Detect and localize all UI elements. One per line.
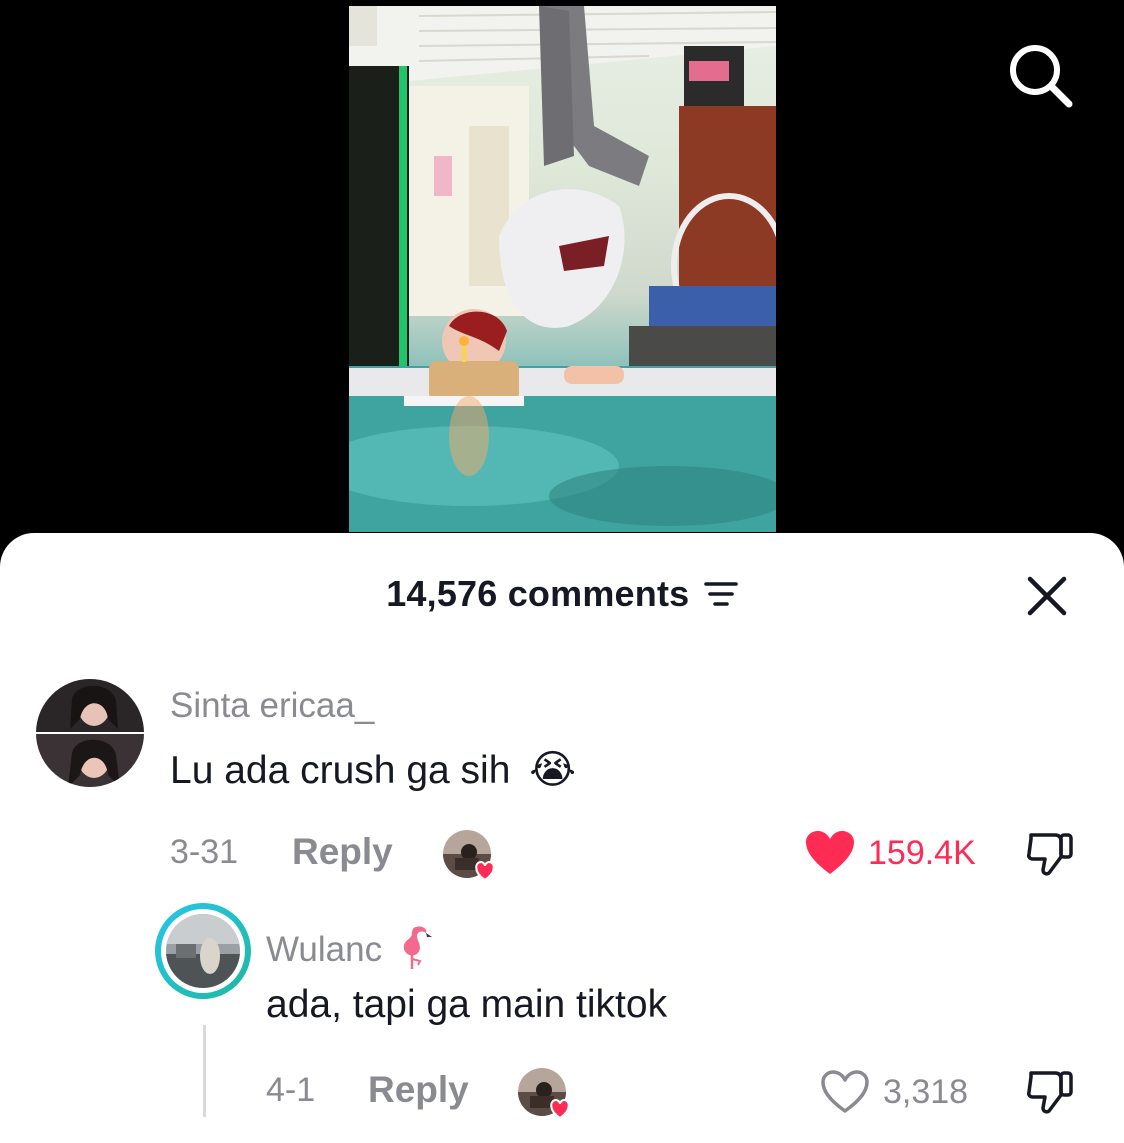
comment-body: Lu ada crush ga sih	[170, 749, 511, 792]
avatar	[166, 914, 240, 988]
comment-username[interactable]: Wulanc	[266, 923, 434, 980]
sort-lines-icon[interactable]	[704, 579, 738, 609]
creator-liked-avatar[interactable]	[443, 830, 495, 882]
like-count: 3,318	[883, 1073, 969, 1111]
close-icon[interactable]	[1024, 573, 1070, 619]
thread-line	[203, 1025, 206, 1117]
like-count: 159.4K	[868, 834, 976, 872]
reply-button[interactable]: Reply	[292, 831, 393, 873]
reply-button[interactable]: Reply	[368, 1069, 469, 1111]
video-frame[interactable]	[349, 6, 776, 532]
creator-liked-avatar[interactable]	[518, 1068, 570, 1120]
comment-date: 3-31	[170, 833, 239, 871]
search-icon[interactable]	[1005, 40, 1075, 110]
video-player[interactable]	[0, 0, 1124, 560]
flamingo-icon	[394, 923, 434, 980]
crying-face-icon: 😭	[529, 748, 576, 792]
like-heart-icon[interactable]	[805, 830, 855, 881]
comment-body: ada, tapi ga main tiktok	[266, 983, 668, 1026]
dislike-icon[interactable]	[1025, 1067, 1075, 1117]
like-heart-outline-icon[interactable]	[820, 1069, 870, 1120]
avatar[interactable]	[36, 679, 144, 787]
comment-date: 4-1	[266, 1071, 316, 1109]
dislike-icon[interactable]	[1025, 829, 1075, 879]
comment-username[interactable]: Sinta ericaa_	[170, 686, 374, 726]
comment-text: Lu ada crush ga sih 😭	[170, 747, 576, 793]
avatar-story-ring[interactable]	[155, 903, 251, 999]
comments-count: 14,576 comments	[386, 573, 690, 614]
comments-sheet: 14,576 comments Sinta ericaa_ Lu ada cru…	[0, 533, 1124, 1143]
video-scene	[349, 6, 776, 532]
comments-header: 14,576 comments	[0, 573, 1124, 617]
